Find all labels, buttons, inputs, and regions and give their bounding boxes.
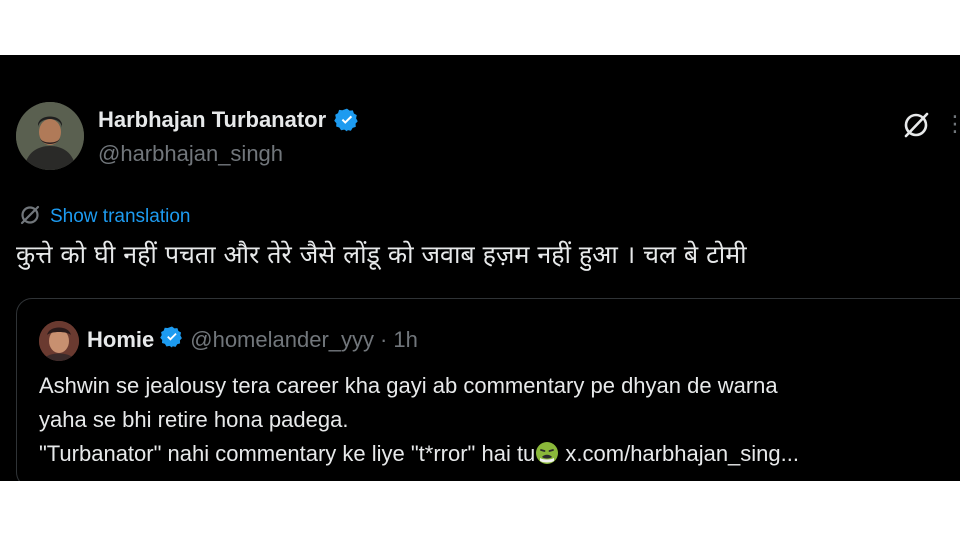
verified-badge-icon [334, 107, 360, 133]
quoted-line-3: "Turbanator" nahi commentary ke liye "t*… [39, 437, 799, 471]
author-handle[interactable]: @harbhajan_singh [98, 141, 283, 167]
author-name-row: Harbhajan Turbanator [98, 107, 360, 133]
show-translation-button[interactable]: Show translation [18, 203, 190, 231]
author-name[interactable]: Harbhajan Turbanator [98, 107, 326, 133]
quoted-author-name[interactable]: Homie [87, 327, 154, 353]
quoted-tweet[interactable]: Homie @homelander_yyy · 1h Ashwin se jea… [16, 298, 960, 481]
quoted-line-1: Ashwin se jealousy tera career kha gayi … [39, 373, 778, 398]
quoted-line-2: yaha se bhi retire hona padega. [39, 407, 349, 432]
tweet-card: Harbhajan Turbanator @harbhajan_singh ⋮ … [0, 55, 960, 481]
more-options-icon[interactable]: ⋮ [944, 109, 960, 141]
tweet-text: कुत्ते को घी नहीं पचता और तेरे जैसे लोंड… [16, 240, 747, 269]
nauseated-face-emoji [535, 441, 559, 465]
separator-dot: · [380, 327, 388, 352]
quoted-author-avatar[interactable] [39, 321, 79, 361]
show-translation-label: Show translation [50, 206, 191, 227]
quoted-avatar-portrait [39, 321, 79, 361]
verified-badge-icon [160, 325, 184, 355]
quoted-author-row: Homie @homelander_yyy · 1h [87, 325, 418, 355]
quoted-line-3-text: "Turbanator" nahi commentary ke liye "t*… [39, 441, 536, 466]
author-avatar[interactable] [16, 102, 84, 170]
grok-icon[interactable] [900, 109, 932, 141]
translate-icon [18, 203, 42, 231]
quoted-timestamp[interactable]: 1h [393, 327, 417, 353]
quoted-tweet-text: Ashwin se jealousy tera career kha gayi … [39, 369, 799, 471]
quoted-link[interactable]: x.com/harbhajan_sing... [559, 441, 799, 466]
quoted-author-handle[interactable]: @homelander_yyy [190, 327, 374, 353]
avatar-portrait [16, 102, 84, 170]
